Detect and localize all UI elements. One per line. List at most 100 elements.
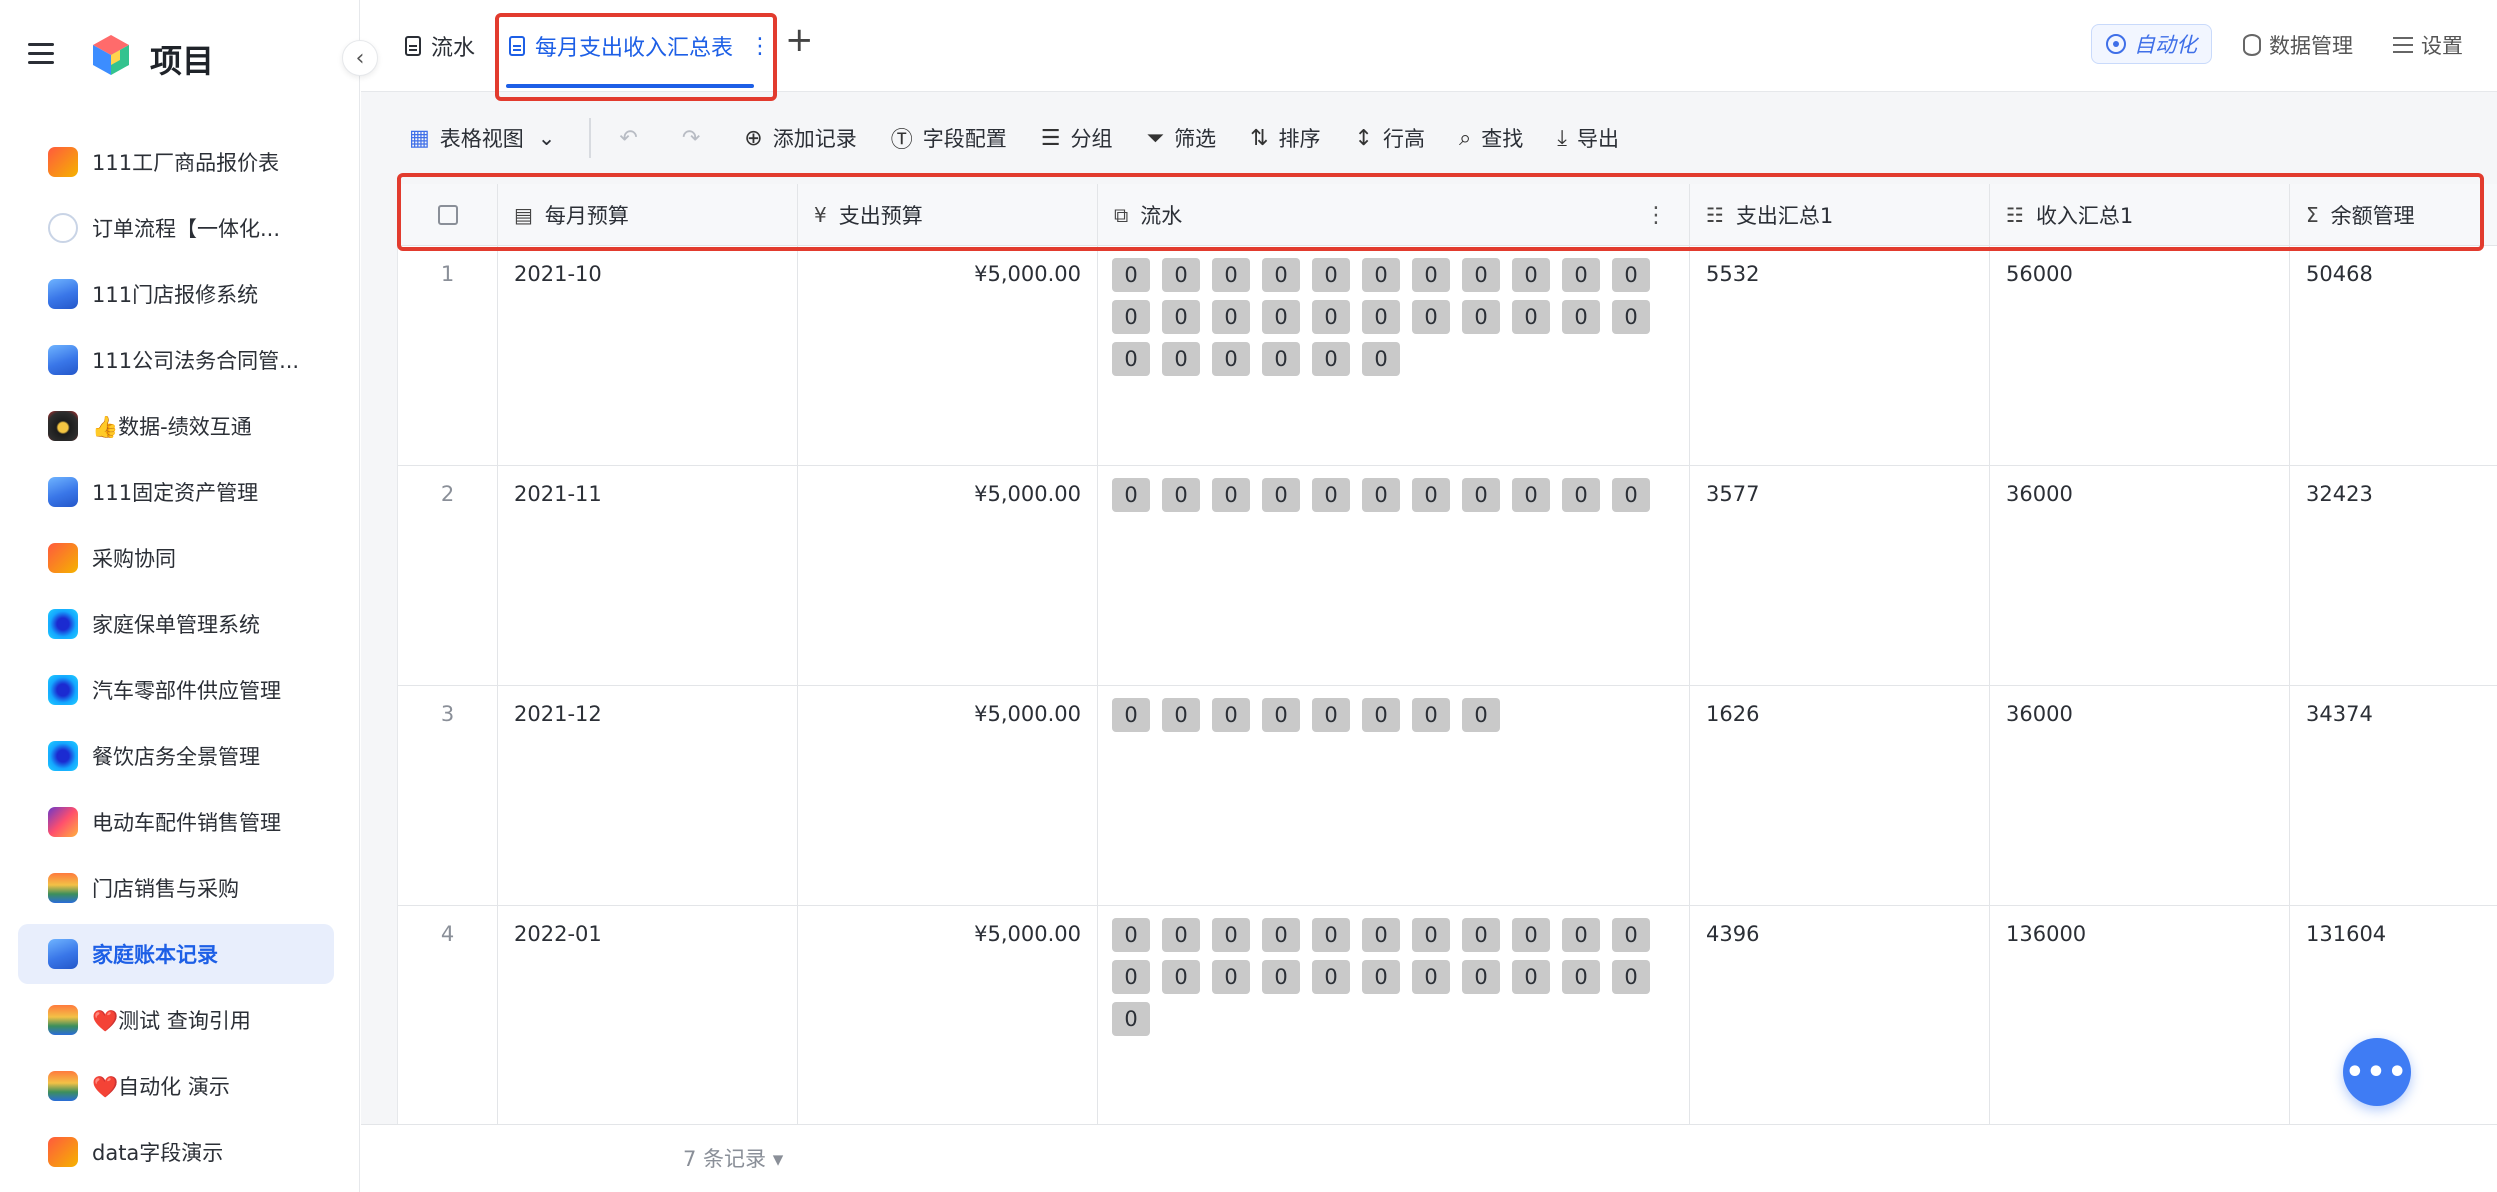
column-header-expense-budget[interactable]: ¥ 支出预算 (798, 184, 1098, 246)
linked-record-chip[interactable]: 0 (1162, 342, 1200, 376)
select-all-checkbox[interactable] (437, 205, 458, 225)
balance-cell[interactable]: 34374 (2290, 686, 2497, 905)
settings-button[interactable]: 设置 (2393, 30, 2463, 60)
budget-cell[interactable]: ¥5,000.00 (798, 246, 1098, 465)
sidebar-item[interactable]: 餐饮店务全景管理 (18, 726, 334, 786)
table-row[interactable]: 2 2021-11 ¥5,000.00 0 0 0 0 0 0 0 0 0 0 0 3577 36000 324… (398, 466, 2497, 686)
column-header-expense-total[interactable]: ☷ 支出汇总1 (1690, 184, 1990, 246)
sidebar-item[interactable]: 111工厂商品报价表 (18, 132, 334, 192)
linked-record-chip[interactable]: 0 (1462, 698, 1500, 732)
linked-record-chip[interactable]: 0 (1212, 918, 1250, 952)
flow-cell[interactable]: 00000000000000000000000 (1098, 906, 1690, 1124)
linked-record-chip[interactable]: 0 (1212, 300, 1250, 334)
linked-record-chip[interactable]: 0 (1512, 258, 1550, 292)
column-header-balance[interactable]: Σ 余额管理 (2290, 184, 2497, 246)
more-actions-fab[interactable]: ••• (2343, 1038, 2411, 1106)
linked-record-chip[interactable]: 0 (1112, 258, 1150, 292)
linked-record-chip[interactable]: 0 (1462, 300, 1500, 334)
column-menu-icon[interactable]: ⋮ (1645, 203, 1667, 228)
sidebar-item[interactable]: 111门店报修系统 (18, 264, 334, 324)
flow-cell[interactable]: 0000000000000000000000000000 (1098, 246, 1690, 465)
menu-icon[interactable] (28, 43, 54, 65)
linked-record-chip[interactable]: 0 (1362, 478, 1400, 512)
record-count[interactable]: 7 条记录 ▾ (683, 1143, 783, 1173)
linked-record-chip[interactable]: 0 (1612, 918, 1650, 952)
sidebar-item[interactable]: 汽车零部件供应管理 (18, 660, 334, 720)
field-config-button[interactable]: Ⓣ 字段配置 (891, 122, 1007, 154)
linked-record-chip[interactable]: 0 (1512, 918, 1550, 952)
sidebar-item[interactable]: 111公司法务合同管... (18, 330, 334, 390)
linked-record-chip[interactable]: 0 (1162, 698, 1200, 732)
budget-cell[interactable]: ¥5,000.00 (798, 466, 1098, 685)
row-number[interactable]: 2 (398, 466, 498, 685)
linked-record-chip[interactable]: 0 (1162, 258, 1200, 292)
row-number[interactable]: 1 (398, 246, 498, 465)
linked-record-chip[interactable]: 0 (1212, 698, 1250, 732)
group-button[interactable]: ☰ 分组 (1041, 123, 1113, 153)
linked-record-chip[interactable]: 0 (1212, 478, 1250, 512)
column-header-income-total[interactable]: ☷ 收入汇总1 (1990, 184, 2290, 246)
sidebar-item[interactable]: 电动车配件销售管理 (18, 792, 334, 852)
linked-record-chip[interactable]: 0 (1212, 258, 1250, 292)
linked-record-chip[interactable]: 0 (1612, 258, 1650, 292)
linked-record-chip[interactable]: 0 (1262, 478, 1300, 512)
balance-cell[interactable]: 50468 (2290, 246, 2497, 465)
sidebar-item[interactable]: 订单流程【一体化... (18, 198, 334, 258)
table-row[interactable]: 4 2022-01 ¥5,000.00 0 0 0 0 0 0 0 0 0 0 0 0 0 0 0 0 0 0 0 0 0 0 0… (398, 906, 2497, 1124)
row-height-button[interactable]: ↕ 行高 (1355, 123, 1425, 153)
linked-record-chip[interactable]: 0 (1312, 918, 1350, 952)
month-cell[interactable]: 2022-01 (498, 906, 798, 1124)
table-row[interactable]: 3 2021-12 ¥5,000.00 0 0 0 0 0 0 0 0 1626 36000 34374 (398, 686, 2497, 906)
expense-total-cell[interactable]: 5532 (1690, 246, 1990, 465)
linked-record-chip[interactable]: 0 (1112, 478, 1150, 512)
linked-record-chip[interactable]: 0 (1612, 478, 1650, 512)
flow-cell[interactable]: 00000000000 (1098, 466, 1690, 685)
sidebar-item[interactable]: 家庭保单管理系统 (18, 594, 334, 654)
data-management-button[interactable]: 数据管理 (2243, 30, 2353, 60)
linked-record-chip[interactable]: 0 (1412, 478, 1450, 512)
linked-record-chip[interactable]: 0 (1312, 478, 1350, 512)
linked-record-chip[interactable]: 0 (1412, 300, 1450, 334)
linked-record-chip[interactable]: 0 (1362, 960, 1400, 994)
linked-record-chip[interactable]: 0 (1312, 342, 1350, 376)
linked-record-chip[interactable]: 0 (1312, 698, 1350, 732)
linked-record-chip[interactable]: 0 (1562, 258, 1600, 292)
linked-record-chip[interactable]: 0 (1462, 918, 1500, 952)
linked-record-chip[interactable]: 0 (1612, 300, 1650, 334)
linked-record-chip[interactable]: 0 (1262, 258, 1300, 292)
linked-record-chip[interactable]: 0 (1462, 478, 1500, 512)
budget-cell[interactable]: ¥5,000.00 (798, 686, 1098, 905)
sidebar-item[interactable]: 111固定资产管理 (18, 462, 334, 522)
linked-record-chip[interactable]: 0 (1362, 342, 1400, 376)
linked-record-chip[interactable]: 0 (1112, 1002, 1150, 1036)
expense-total-cell[interactable]: 1626 (1690, 686, 1990, 905)
month-cell[interactable]: 2021-11 (498, 466, 798, 685)
tab-flow[interactable]: 流水 (405, 28, 475, 64)
income-total-cell[interactable]: 56000 (1990, 246, 2290, 465)
redo-button[interactable]: ↷ (682, 126, 710, 151)
sidebar-item[interactable]: 采购协同 (18, 528, 334, 588)
linked-record-chip[interactable]: 0 (1212, 960, 1250, 994)
sidebar-item[interactable]: 家庭账本记录 (18, 924, 334, 984)
view-switcher[interactable]: ▦ 表格视图 ⌄ (409, 123, 555, 153)
month-cell[interactable]: 2021-12 (498, 686, 798, 905)
linked-record-chip[interactable]: 0 (1362, 300, 1400, 334)
column-header-flow[interactable]: ⧉ 流水 ⋮ (1098, 184, 1690, 246)
linked-record-chip[interactable]: 0 (1262, 300, 1300, 334)
sidebar-item[interactable]: 👍数据-绩效互通 (18, 396, 334, 456)
linked-record-chip[interactable]: 0 (1262, 342, 1300, 376)
linked-record-chip[interactable]: 0 (1312, 300, 1350, 334)
linked-record-chip[interactable]: 0 (1562, 960, 1600, 994)
linked-record-chip[interactable]: 0 (1162, 300, 1200, 334)
linked-record-chip[interactable]: 0 (1462, 258, 1500, 292)
linked-record-chip[interactable]: 0 (1562, 918, 1600, 952)
linked-record-chip[interactable]: 0 (1362, 698, 1400, 732)
linked-record-chip[interactable]: 0 (1412, 960, 1450, 994)
expense-total-cell[interactable]: 4396 (1690, 906, 1990, 1124)
linked-record-chip[interactable]: 0 (1112, 342, 1150, 376)
add-tab-icon[interactable]: + (785, 20, 814, 60)
expense-total-cell[interactable]: 3577 (1690, 466, 1990, 685)
linked-record-chip[interactable]: 0 (1162, 960, 1200, 994)
undo-button[interactable]: ↶ (619, 126, 647, 151)
linked-record-chip[interactable]: 0 (1112, 698, 1150, 732)
